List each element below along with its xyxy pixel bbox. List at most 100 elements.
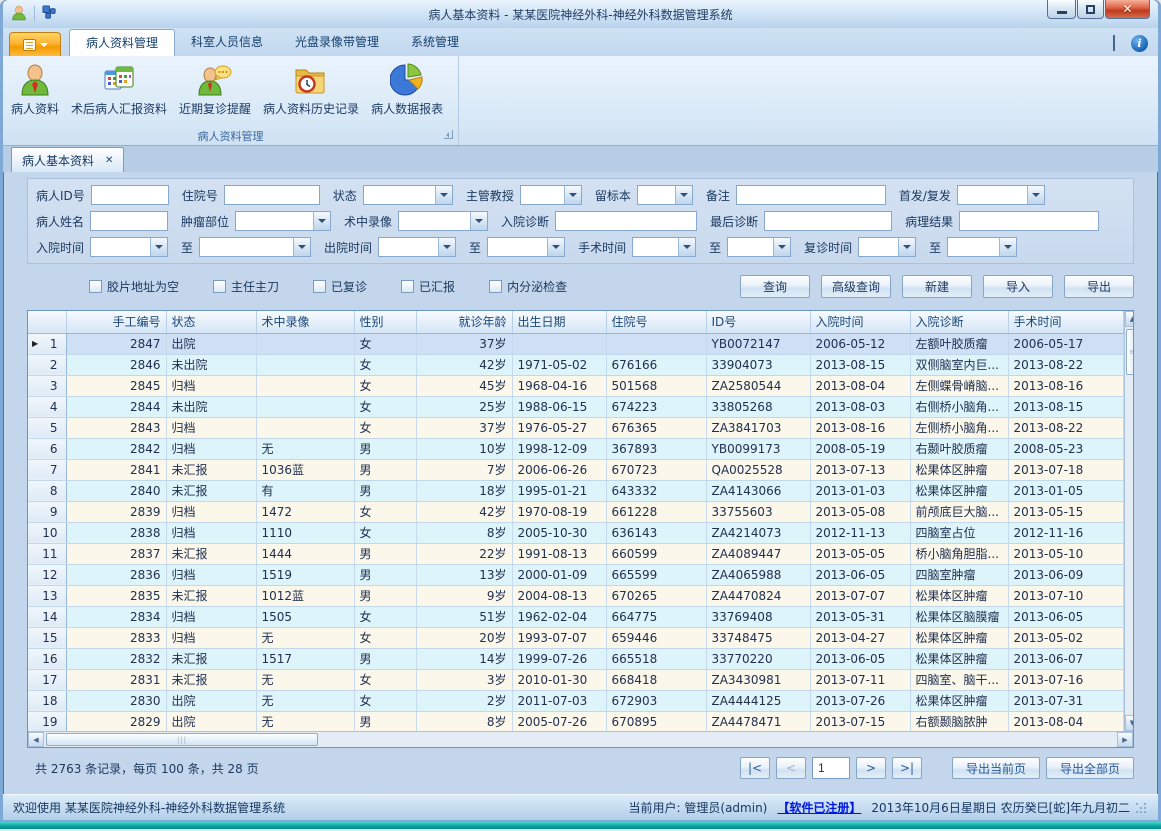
ribbon-tab-1[interactable]: 科室人员信息 xyxy=(175,29,279,56)
table-cell[interactable]: 右颞叶胶质瘤 xyxy=(910,438,1008,459)
table-cell[interactable]: 1962-02-04 xyxy=(512,606,606,627)
table-row[interactable]: 42844未出院女25岁1988-06-15674223338052682013… xyxy=(28,396,1123,417)
table-cell[interactable]: ZA4065988 xyxy=(706,564,810,585)
table-cell[interactable]: ZA4143066 xyxy=(706,480,810,501)
table-row[interactable]: ▶12847出院女37岁YB00721472006-05-12左额叶胶质瘤200… xyxy=(28,333,1123,354)
table-cell[interactable]: 2013-07-15 xyxy=(810,711,910,731)
dropdown-button[interactable] xyxy=(470,212,487,230)
filter-combo[interactable] xyxy=(858,237,916,257)
table-cell[interactable]: 2013-07-18 xyxy=(1008,459,1123,480)
table-cell[interactable]: 2013-06-07 xyxy=(1008,648,1123,669)
column-header-4[interactable]: 性别 xyxy=(354,311,416,333)
table-cell[interactable] xyxy=(256,417,354,438)
table-cell[interactable]: ZA3841703 xyxy=(706,417,810,438)
ribbon-button-3[interactable]: 病人资料历史记录 xyxy=(257,60,365,120)
table-cell[interactable]: 33805268 xyxy=(706,396,810,417)
table-cell[interactable]: 归档 xyxy=(166,627,256,648)
table-cell[interactable]: 有 xyxy=(256,480,354,501)
table-cell[interactable]: 未汇报 xyxy=(166,459,256,480)
ribbon-tab-3[interactable]: 系统管理 xyxy=(395,29,475,56)
table-cell[interactable]: 2013-06-05 xyxy=(1008,606,1123,627)
table-cell[interactable]: 42岁 xyxy=(416,354,512,375)
page-input[interactable] xyxy=(812,757,850,779)
table-cell[interactable]: 无 xyxy=(256,690,354,711)
row-indicator-cell[interactable]: ▶1 xyxy=(28,333,66,354)
table-cell[interactable]: 2013-07-16 xyxy=(1008,669,1123,690)
filter-combo[interactable] xyxy=(727,237,791,257)
table-cell[interactable]: 1988-06-15 xyxy=(512,396,606,417)
export-button[interactable]: 导出 xyxy=(1064,275,1134,298)
table-cell[interactable]: 女 xyxy=(354,522,416,543)
app-menu-button[interactable] xyxy=(9,32,61,56)
table-cell[interactable]: 归档 xyxy=(166,417,256,438)
table-cell[interactable]: 2013-07-11 xyxy=(810,669,910,690)
resize-grip[interactable] xyxy=(1136,803,1138,805)
table-row[interactable]: 182830出院无女2岁2011-07-03672903ZA4444125201… xyxy=(28,690,1123,711)
table-cell[interactable]: 7岁 xyxy=(416,459,512,480)
table-cell[interactable]: 归档 xyxy=(166,606,256,627)
table-cell[interactable]: 出院 xyxy=(166,333,256,354)
table-cell[interactable]: 1110 xyxy=(256,522,354,543)
table-cell[interactable]: 女 xyxy=(354,606,416,627)
table-cell[interactable]: 松果体区肿瘤 xyxy=(910,690,1008,711)
dropdown-button[interactable] xyxy=(313,212,330,230)
table-cell[interactable]: 668418 xyxy=(606,669,706,690)
table-cell[interactable]: 2012-11-16 xyxy=(1008,522,1123,543)
table-cell[interactable]: 右侧桥小脑角... xyxy=(910,396,1008,417)
table-cell[interactable]: 33904073 xyxy=(706,354,810,375)
table-cell[interactable]: 670723 xyxy=(606,459,706,480)
table-cell[interactable]: 2013-05-15 xyxy=(1008,501,1123,522)
table-cell[interactable]: 未出院 xyxy=(166,396,256,417)
table-cell[interactable]: 2013-07-13 xyxy=(810,459,910,480)
table-cell[interactable]: 男 xyxy=(354,438,416,459)
table-cell[interactable]: 未出院 xyxy=(166,354,256,375)
table-cell[interactable]: 松果体区脑膜瘤 xyxy=(910,606,1008,627)
table-cell[interactable]: 1995-01-21 xyxy=(512,480,606,501)
table-cell[interactable]: 10岁 xyxy=(416,438,512,459)
table-cell[interactable]: 3岁 xyxy=(416,669,512,690)
table-cell[interactable] xyxy=(512,333,606,354)
table-cell[interactable]: 2842 xyxy=(66,438,166,459)
horizontal-scroll-thumb[interactable]: ||| xyxy=(46,733,318,746)
table-cell[interactable]: 左额叶胶质瘤 xyxy=(910,333,1008,354)
dropdown-button[interactable] xyxy=(898,238,915,256)
table-cell[interactable]: 37岁 xyxy=(416,417,512,438)
scroll-down-icon[interactable]: ▼ xyxy=(1125,715,1134,731)
table-cell[interactable] xyxy=(256,333,354,354)
collapse-ribbon-icon[interactable] xyxy=(1113,37,1115,51)
table-cell[interactable]: 2013-07-07 xyxy=(810,585,910,606)
table-cell[interactable]: 2013-01-03 xyxy=(810,480,910,501)
table-cell[interactable]: 1993-07-07 xyxy=(512,627,606,648)
table-cell[interactable]: 2013-06-05 xyxy=(810,648,910,669)
table-cell[interactable]: 2岁 xyxy=(416,690,512,711)
table-cell[interactable]: 归档 xyxy=(166,438,256,459)
import-button[interactable]: 导入 xyxy=(983,275,1053,298)
ribbon-button-0[interactable]: 病人资料 xyxy=(5,60,65,120)
table-cell[interactable]: 无 xyxy=(256,711,354,731)
dropdown-button[interactable] xyxy=(150,238,167,256)
table-row[interactable]: 192829出院无男8岁2005-07-26670895ZA4478471201… xyxy=(28,711,1123,731)
row-indicator-cell[interactable]: 6 xyxy=(28,438,66,459)
table-cell[interactable] xyxy=(256,396,354,417)
vertical-scroll-thumb[interactable]: ≡ xyxy=(1126,329,1134,375)
table-cell[interactable]: ZA4089447 xyxy=(706,543,810,564)
advanced-query-button[interactable]: 高级查询 xyxy=(821,275,891,298)
table-cell[interactable]: 出院 xyxy=(166,711,256,731)
table-cell[interactable]: 2835 xyxy=(66,585,166,606)
row-indicator-cell[interactable]: 4 xyxy=(28,396,66,417)
row-indicator-cell[interactable]: 16 xyxy=(28,648,66,669)
table-cell[interactable]: 8岁 xyxy=(416,711,512,731)
row-indicator-cell[interactable]: 12 xyxy=(28,564,66,585)
table-cell[interactable]: 四脑室占位 xyxy=(910,522,1008,543)
info-icon[interactable]: i xyxy=(1131,35,1148,52)
table-cell[interactable]: 2831 xyxy=(66,669,166,690)
table-cell[interactable]: 2004-08-13 xyxy=(512,585,606,606)
table-cell[interactable]: 男 xyxy=(354,585,416,606)
next-page-button[interactable]: > xyxy=(856,757,886,779)
table-cell[interactable]: 女 xyxy=(354,669,416,690)
table-cell[interactable]: 2845 xyxy=(66,375,166,396)
table-cell[interactable]: 1970-08-19 xyxy=(512,501,606,522)
last-page-button[interactable]: >| xyxy=(892,757,922,779)
table-cell[interactable]: 18岁 xyxy=(416,480,512,501)
table-cell[interactable]: 女 xyxy=(354,396,416,417)
